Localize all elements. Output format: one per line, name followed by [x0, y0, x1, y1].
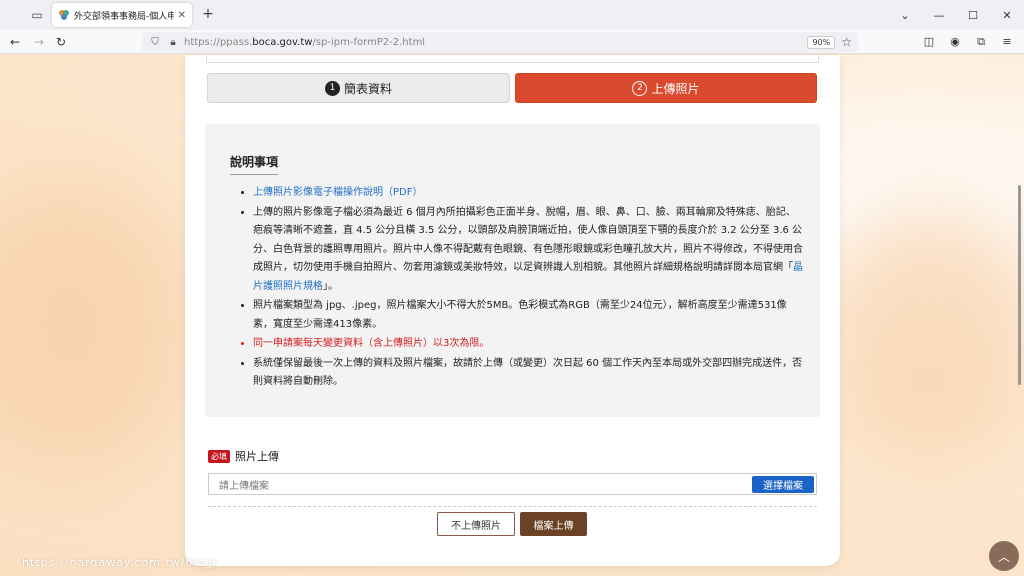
back-arrow-icon[interactable]: ←	[6, 33, 24, 51]
scrollbar[interactable]	[1018, 185, 1021, 385]
window-controls: ⌄ — ☐ ✕	[888, 0, 1024, 30]
divider	[208, 506, 817, 507]
choose-file-button[interactable]: 選擇檔案	[752, 476, 814, 493]
site-favicon-icon	[58, 9, 70, 21]
watermark: https://hardaway.com.tw/blog/	[22, 556, 218, 569]
pocket-icon[interactable]: ◫	[920, 33, 938, 51]
chevron-down-icon[interactable]: ⌄	[888, 0, 922, 30]
instructions-title: 說明事項	[230, 153, 279, 175]
instructions-panel: 說明事項 上傳照片影像電子檔操作說明（PDF） 上傳的照片影像電子檔必須為最近 …	[205, 124, 820, 417]
account-icon[interactable]: ◉	[946, 33, 964, 51]
list-item: 上傳照片影像電子檔操作說明（PDF）	[253, 184, 803, 203]
photo-upload-label: 必填 照片上傳	[208, 448, 279, 464]
step-number: 1	[324, 80, 340, 96]
new-tab-button[interactable]: +	[200, 6, 216, 22]
reload-icon[interactable]: ↻	[52, 33, 70, 51]
tab-title: 外交部領事事務局-個人申辦護	[74, 11, 174, 22]
step-label: 上傳照片	[651, 81, 700, 96]
upload-guide-pdf-link[interactable]: 上傳照片影像電子檔操作說明（PDF）	[253, 187, 422, 198]
shield-icon[interactable]: ⛉	[148, 37, 162, 48]
scroll-to-top-button[interactable]: ︿	[989, 541, 1019, 571]
tab-close-icon[interactable]: ✕	[178, 10, 186, 21]
lock-icon[interactable]: 🔒︎	[166, 37, 180, 48]
url-text[interactable]: https://ppass.boca.gov.tw/sp-ipm-formP2-…	[184, 37, 807, 48]
list-item: 照片檔案類型為 jpg、.jpeg，照片檔案大小不得大於5MB。色彩模式為RGB…	[253, 297, 803, 334]
zoom-level[interactable]: 90%	[807, 35, 836, 49]
step-number: 2	[632, 80, 648, 96]
file-upload-field[interactable]: 請上傳檔案 選擇檔案	[208, 473, 817, 495]
step-tab-form-data[interactable]: 1 簡表資料	[207, 73, 510, 103]
field-label: 照片上傳	[235, 450, 279, 463]
instructions-list: 上傳照片影像電子檔操作說明（PDF） 上傳的照片影像電子檔必須為最近 6 個月內…	[253, 184, 803, 393]
browser-tab[interactable]: 外交部領事事務局-個人申辦護 ✕	[52, 3, 192, 27]
extensions-icon[interactable]: ⧉	[972, 33, 990, 51]
step-tab-upload-photo[interactable]: 2 上傳照片	[515, 73, 817, 103]
file-placeholder: 請上傳檔案	[219, 480, 269, 492]
address-bar[interactable]: ⛉ 🔒︎ https://ppass.boca.gov.tw/sp-ipm-fo…	[142, 32, 858, 52]
bookmark-star-icon[interactable]: ☆	[841, 35, 852, 49]
previous-section-edge	[206, 55, 819, 63]
maximize-button[interactable]: ☐	[956, 0, 990, 30]
step-label: 簡表資料	[343, 81, 392, 96]
no-upload-button[interactable]: 不上傳照片	[437, 512, 515, 536]
list-item: 上傳的照片影像電子檔必須為最近 6 個月內所拍攝彩色正面半身、脫帽，眉、眼、鼻、…	[253, 204, 803, 297]
form-card: 1 簡表資料 2 上傳照片 說明事項 上傳照片影像電子檔操作說明（PDF） 上傳…	[185, 55, 840, 566]
list-item: 系統僅保留最後一次上傳的資料及照片檔案，故請於上傳（或變更）次日起 60 個工作…	[253, 355, 803, 392]
menu-icon[interactable]: ≡	[998, 33, 1016, 51]
minimize-button[interactable]: —	[922, 0, 956, 30]
required-badge: 必填	[208, 449, 230, 463]
list-item-warning: 同一申請案每天變更資料（含上傳照片）以3次為限。	[253, 335, 803, 354]
close-window-button[interactable]: ✕	[990, 0, 1024, 30]
browser-nav-bar: ← → ↻ ⛉ 🔒︎ https://ppass.boca.gov.tw/sp-…	[0, 30, 1024, 54]
chevron-up-icon: ︿	[997, 549, 1010, 564]
tab-list-icon[interactable]: ▭	[28, 6, 46, 24]
browser-tab-bar: ▭ 外交部領事事務局-個人申辦護 ✕ + ⌄ — ☐ ✕	[0, 0, 1024, 30]
upload-file-button[interactable]: 檔案上傳	[520, 512, 587, 536]
forward-arrow-icon[interactable]: →	[30, 33, 48, 51]
